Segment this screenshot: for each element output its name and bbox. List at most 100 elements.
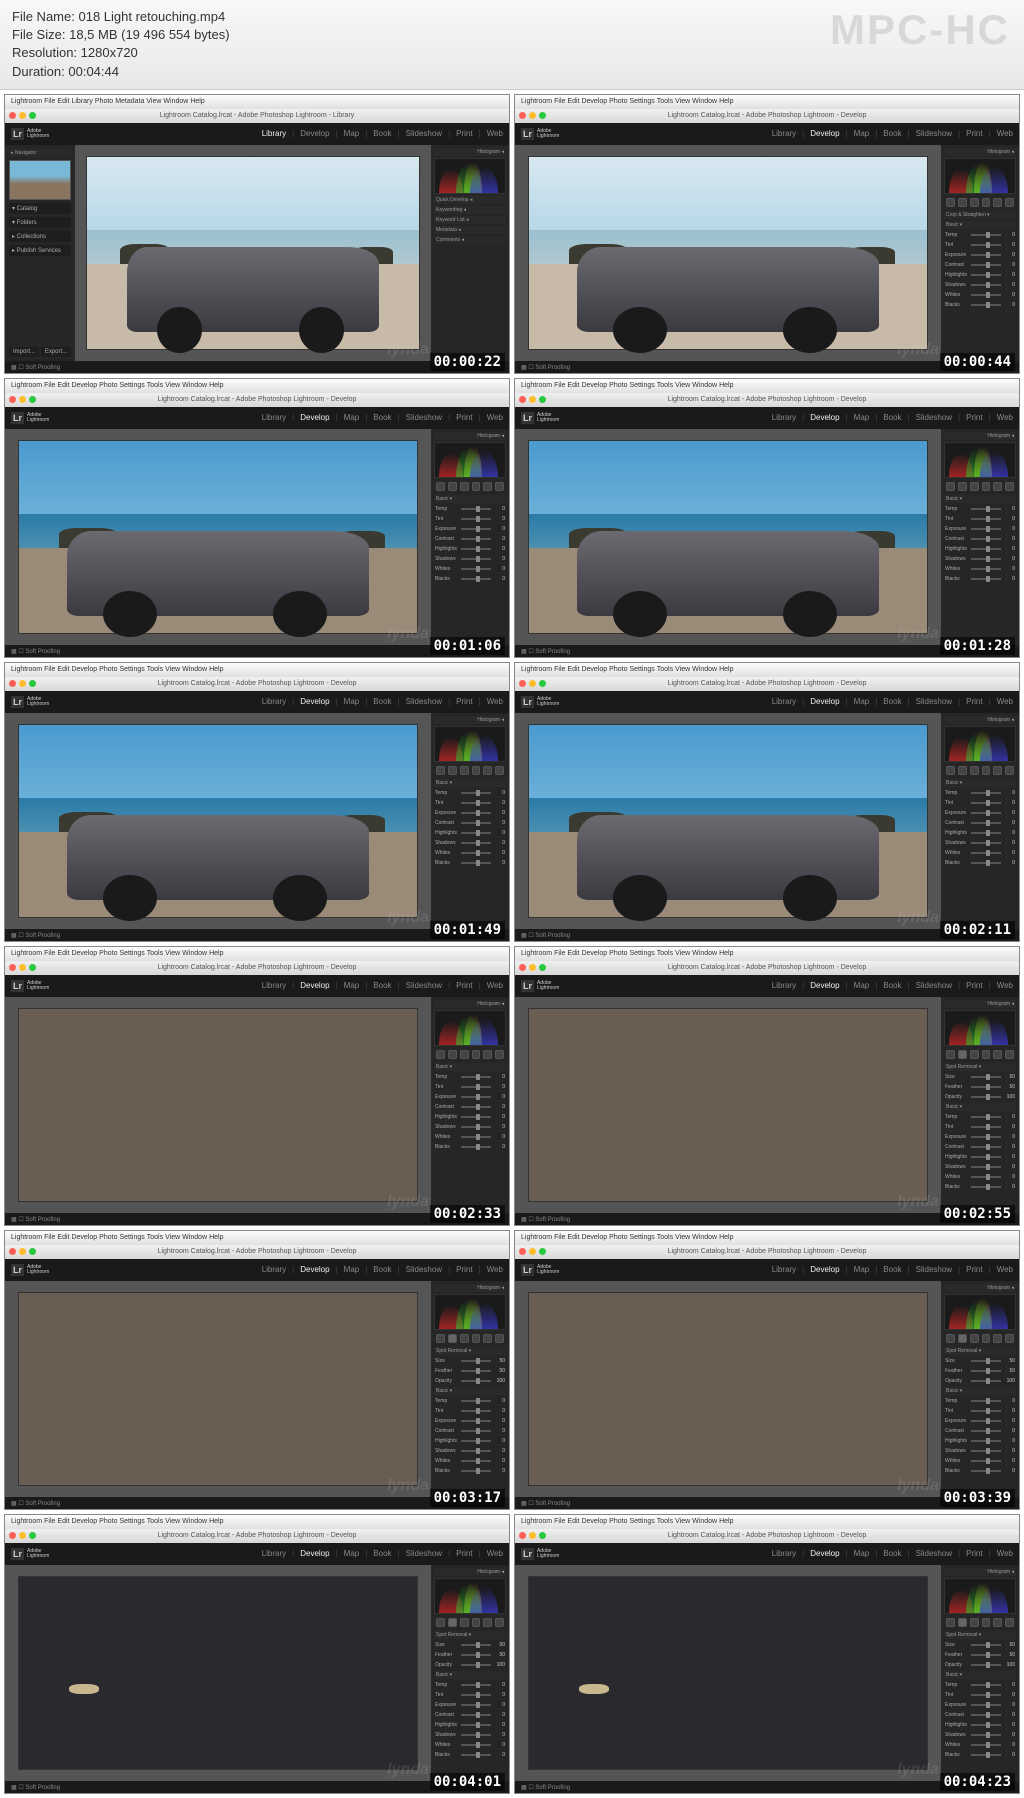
- basic-panel[interactable]: Basic ▾: [944, 221, 1016, 229]
- highlights-slider[interactable]: Highlights0: [434, 545, 506, 553]
- menu-lightroom[interactable]: Lightroom: [11, 98, 42, 105]
- grid-view-icon[interactable]: ▦: [521, 1784, 527, 1791]
- basic-panel[interactable]: Basic ▾: [944, 495, 1016, 503]
- shadows-slider[interactable]: Shadows0: [434, 1731, 506, 1739]
- menu-help[interactable]: Help: [209, 666, 223, 673]
- brush-tool-icon[interactable]: [1005, 766, 1014, 775]
- spot-tool-icon[interactable]: [958, 1050, 967, 1059]
- soft-proof-toggle[interactable]: ☐ Soft Proofing: [528, 932, 570, 939]
- contrast-slider[interactable]: Contrast0: [434, 1427, 506, 1435]
- temp-slider[interactable]: Temp0: [434, 1073, 506, 1081]
- module-map[interactable]: Map: [854, 981, 870, 990]
- menu-view[interactable]: View: [165, 950, 180, 957]
- menu-edit[interactable]: Edit: [567, 382, 579, 389]
- crop-tool-icon[interactable]: [946, 482, 955, 491]
- gradient-tool-icon[interactable]: [472, 1050, 481, 1059]
- module-map[interactable]: Map: [344, 129, 360, 138]
- histogram[interactable]: [944, 726, 1016, 762]
- photo-preview[interactable]: [18, 1008, 418, 1202]
- module-print[interactable]: Print: [456, 1549, 472, 1558]
- menu-tools[interactable]: Tools: [657, 950, 673, 957]
- minimize-icon[interactable]: [19, 680, 26, 687]
- menu-lightroom[interactable]: Lightroom: [11, 950, 42, 957]
- spot-panel[interactable]: Spot Removal ▾: [944, 1063, 1016, 1071]
- module-print[interactable]: Print: [456, 1265, 472, 1274]
- menu-edit[interactable]: Edit: [567, 950, 579, 957]
- redeye-tool-icon[interactable]: [970, 1334, 979, 1343]
- menu-file[interactable]: File: [554, 98, 565, 105]
- blacks-slider[interactable]: Blacks0: [944, 859, 1016, 867]
- brush-tool-icon[interactable]: [1005, 1050, 1014, 1059]
- highlights-slider[interactable]: Highlights0: [944, 1153, 1016, 1161]
- exposure-slider[interactable]: Exposure0: [944, 251, 1016, 259]
- contrast-slider[interactable]: Contrast0: [434, 1711, 506, 1719]
- minimize-icon[interactable]: [529, 1532, 536, 1539]
- redeye-tool-icon[interactable]: [460, 1334, 469, 1343]
- close-icon[interactable]: [519, 1248, 526, 1255]
- menu-view[interactable]: View: [675, 666, 690, 673]
- menu-settings[interactable]: Settings: [119, 950, 144, 957]
- close-icon[interactable]: [519, 396, 526, 403]
- soft-proof-toggle[interactable]: ☐ Soft Proofing: [18, 1216, 60, 1223]
- grid-view-icon[interactable]: ▦: [11, 364, 17, 371]
- spot-tool-icon[interactable]: [958, 1618, 967, 1627]
- grid-view-icon[interactable]: ▦: [521, 1216, 527, 1223]
- module-library[interactable]: Library: [262, 413, 286, 422]
- module-develop[interactable]: Develop: [300, 1265, 329, 1274]
- blacks-slider[interactable]: Blacks0: [434, 575, 506, 583]
- basic-panel[interactable]: Basic ▾: [944, 779, 1016, 787]
- menu-window[interactable]: Window: [182, 1234, 207, 1241]
- folders-panel[interactable]: ▾ Folders: [9, 217, 71, 228]
- radial-tool-icon[interactable]: [993, 1334, 1002, 1343]
- navigator-thumb[interactable]: [9, 160, 71, 200]
- highlights-slider[interactable]: Highlights0: [944, 829, 1016, 837]
- spot-tool-icon[interactable]: [448, 482, 457, 491]
- shadows-slider[interactable]: Shadows0: [434, 1123, 506, 1131]
- minimize-icon[interactable]: [529, 112, 536, 119]
- highlights-slider[interactable]: Highlights0: [434, 829, 506, 837]
- menu-tools[interactable]: Tools: [657, 98, 673, 105]
- soft-proof-toggle[interactable]: ☐ Soft Proofing: [18, 648, 60, 655]
- menu-develop[interactable]: Develop: [581, 1518, 607, 1525]
- tint-slider[interactable]: Tint0: [434, 799, 506, 807]
- menu-view[interactable]: View: [165, 1518, 180, 1525]
- module-book[interactable]: Book: [883, 413, 901, 422]
- close-icon[interactable]: [519, 680, 526, 687]
- crop-tool-icon[interactable]: [946, 1618, 955, 1627]
- radial-tool-icon[interactable]: [483, 766, 492, 775]
- menu-tools[interactable]: Tools: [657, 666, 673, 673]
- grid-view-icon[interactable]: ▦: [521, 648, 527, 655]
- histogram[interactable]: [944, 1010, 1016, 1046]
- menu-lightroom[interactable]: Lightroom: [521, 382, 552, 389]
- histogram[interactable]: [944, 1294, 1016, 1330]
- video-thumbnail[interactable]: LightroomFileEditDevelopPhotoSettingsToo…: [514, 662, 1020, 942]
- whites-slider[interactable]: Whites0: [944, 565, 1016, 573]
- highlights-slider[interactable]: Highlights0: [944, 545, 1016, 553]
- module-print[interactable]: Print: [966, 1265, 982, 1274]
- blacks-slider[interactable]: Blacks0: [434, 1467, 506, 1475]
- video-thumbnail[interactable]: LightroomFileEditDevelopPhotoSettingsToo…: [4, 662, 510, 942]
- gradient-tool-icon[interactable]: [982, 482, 991, 491]
- module-slideshow[interactable]: Slideshow: [406, 413, 442, 422]
- module-develop[interactable]: Develop: [810, 129, 839, 138]
- menu-settings[interactable]: Settings: [629, 98, 654, 105]
- exposure-slider[interactable]: Exposure0: [434, 1701, 506, 1709]
- import-button[interactable]: Import...: [9, 347, 39, 357]
- brush-tool-icon[interactable]: [1005, 1334, 1014, 1343]
- exposure-slider[interactable]: Exposure0: [944, 1133, 1016, 1141]
- crop-panel[interactable]: Crop & Straighten ▾: [944, 211, 1016, 219]
- whites-slider[interactable]: Whites0: [434, 849, 506, 857]
- menu-settings[interactable]: Settings: [119, 382, 144, 389]
- temp-slider[interactable]: Temp0: [944, 1681, 1016, 1689]
- menu-photo[interactable]: Photo: [609, 382, 627, 389]
- module-print[interactable]: Print: [456, 981, 472, 990]
- menu-help[interactable]: Help: [209, 1518, 223, 1525]
- gradient-tool-icon[interactable]: [472, 766, 481, 775]
- menu-develop[interactable]: Develop: [71, 950, 97, 957]
- menu-window[interactable]: Window: [163, 98, 188, 105]
- blacks-slider[interactable]: Blacks0: [944, 1751, 1016, 1759]
- module-slideshow[interactable]: Slideshow: [406, 981, 442, 990]
- histogram-header[interactable]: Histogram ◂: [944, 148, 1016, 156]
- whites-slider[interactable]: Whites0: [434, 1741, 506, 1749]
- menu-help[interactable]: Help: [209, 382, 223, 389]
